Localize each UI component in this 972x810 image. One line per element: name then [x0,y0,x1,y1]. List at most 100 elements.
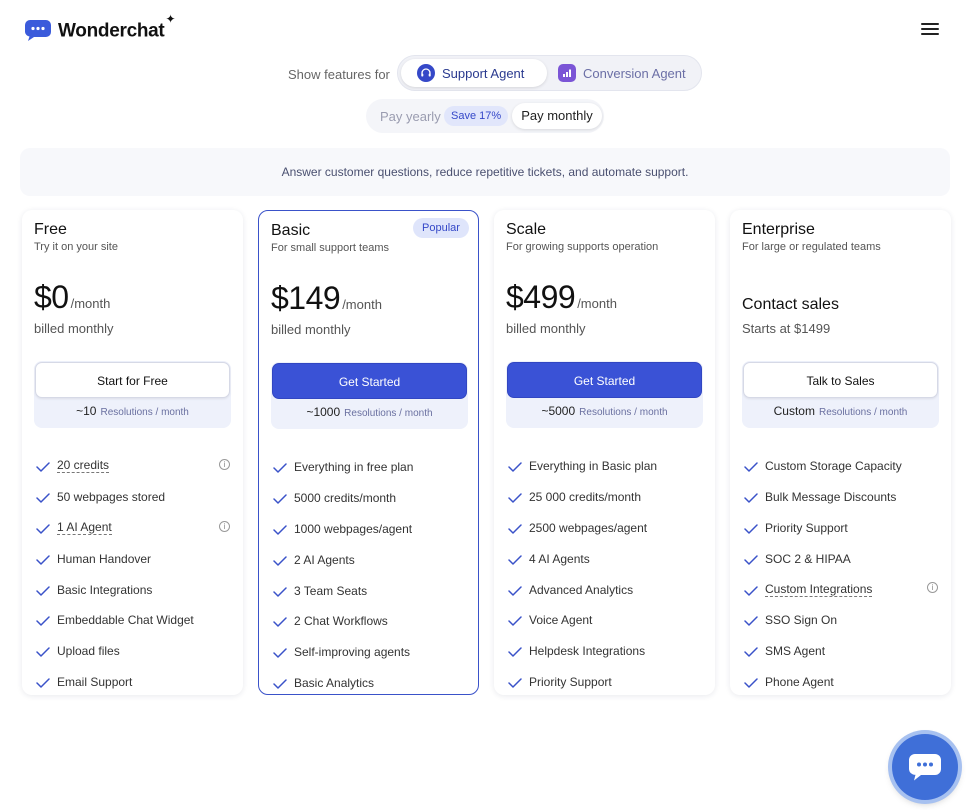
feature-text: 5000 credits/month [294,491,397,506]
check-icon [744,585,758,596]
feature-item: Voice Agent [508,605,704,636]
feature-text: Basic Integrations [57,582,153,597]
plan-subtitle: For small support teams [271,242,389,254]
feature-item: 3 Team Seats [273,575,469,606]
feature-text: Voice Agent [529,613,593,628]
feature-item: SSO Sign On [744,605,940,636]
check-icon [508,461,522,473]
feature-item: Custom Storage Capacity [744,451,940,482]
feature-toggle-row: Show features for Support Agent Conversi… [0,55,972,93]
info-icon[interactable]: i [219,459,230,470]
plan-card-basic: Basic For small support teams Popular $149/… [258,210,479,695]
feature-item: Priority Support [744,513,940,544]
headset-icon [417,64,435,82]
feature-text: SOC 2 & HIPAA [765,551,851,566]
feature-item: 1000 webpages/agent [273,514,469,545]
plan-card-scale: Scale For growing supports operation $499/… [494,210,715,695]
feature-item: Helpdesk Integrations [508,636,704,667]
billing-toggle: Pay yearly Save 17% Pay monthly [366,99,604,133]
feature-text[interactable]: 20 credits [57,459,110,474]
plan-card-free: Free Try it on your site $0/month billed mo… [22,210,243,695]
feature-text: Phone Agent [765,674,834,689]
feature-item: 50 webpages stored [36,482,232,513]
feature-item: Custom Integrations i [744,574,940,605]
billing-note: Starts at $1499 [742,321,831,336]
feature-text: Human Handover [57,551,152,566]
feature-text: Upload files [57,644,120,659]
feature-item: Phone Agent [744,667,940,698]
brand-name: Wonderchat✦ [58,12,176,42]
check-icon [273,462,287,474]
plan-cta-button[interactable]: Get Started [507,362,702,398]
feature-text: Self-improving agents [294,645,411,660]
resolutions-value: ~10 [76,404,97,418]
feature-text: Basic Analytics [294,675,375,690]
resolutions-unit: Resolutions / month [579,407,668,418]
plan-name: Basic [271,222,311,239]
check-icon [508,585,522,596]
check-icon [36,615,50,627]
resolutions-line: ~5000 Resolutions / month [506,404,703,418]
feature-item: 1 AI Agent i [36,513,232,544]
check-icon [508,677,522,688]
feature-item: Everything in free plan [273,452,469,483]
pay-yearly-option[interactable]: Pay yearly [380,109,441,124]
plan-cta-button[interactable]: Talk to Sales [743,362,938,398]
feature-item: 2 AI Agents [273,544,469,575]
check-icon [36,677,50,688]
cta-box: Get Started ~1000 Resolutions / month [271,362,468,429]
resolutions-value: Custom [773,404,815,418]
price-amount: $0 [34,279,69,315]
feature-text: Email Support [57,674,133,689]
check-icon [508,615,522,627]
feature-text[interactable]: 1 AI Agent [57,520,112,535]
conversion-agent-label: Conversion Agent [583,65,686,81]
info-icon[interactable]: i [219,520,230,532]
brand-logo[interactable]: Wonderchat✦ [24,12,176,42]
feature-text: Embeddable Chat Widget [57,613,194,628]
feature-text: Priority Support [765,520,848,535]
feature-item: Everything in Basic plan [508,451,704,482]
resolutions-unit: Resolutions / month [100,407,189,418]
check-icon [36,461,50,473]
check-icon [273,647,287,658]
feature-list: Everything in Basic plan 25 000 credits/m… [508,451,704,697]
feature-list: Custom Storage Capacity Bulk Message Disc… [744,451,940,697]
check-icon [36,585,50,596]
feature-text: SSO Sign On [765,613,838,628]
plan-name: Enterprise [742,221,815,238]
billing-note: billed monthly [34,321,114,336]
feature-toggle-label: Show features for [288,67,390,82]
price-period: /month [70,296,111,311]
price-period: /month [342,297,382,312]
feature-item: 20 credits i [36,451,232,482]
plan-name: Scale [506,221,547,238]
plan-cta-button[interactable]: Start for Free [35,362,230,398]
feature-item: 2500 webpages/agent [508,513,704,544]
contact-sales-text: Contact sales [742,296,839,313]
conversion-agent-option[interactable]: Conversion Agent [554,59,694,87]
feature-text[interactable]: Custom Integrations [765,582,873,597]
feature-text: 3 Team Seats [294,583,368,598]
check-icon [273,678,287,689]
check-icon [744,615,758,627]
plan-subtitle: Try it on your site [34,241,118,253]
pay-monthly-option[interactable]: Pay monthly [512,103,602,129]
feature-item: Bulk Message Discounts [744,482,940,513]
info-icon[interactable]: i [927,582,938,594]
feature-item: Embeddable Chat Widget [36,605,232,636]
plan-cta-button[interactable]: Get Started [272,363,467,399]
support-agent-option[interactable]: Support Agent [401,59,547,87]
plan-name: Free [34,221,67,238]
hamburger-menu-icon[interactable] [920,20,942,38]
check-icon [273,586,287,597]
feature-item: SMS Agent [744,636,940,667]
check-icon [273,555,287,566]
feature-text: Custom Storage Capacity [765,459,902,474]
feature-item: Email Support [36,667,232,698]
support-agent-label: Support Agent [442,65,525,81]
chat-launcher-button[interactable] [892,734,958,800]
price-amount: $149 [271,280,341,316]
check-icon [273,493,287,504]
check-icon [273,616,287,628]
